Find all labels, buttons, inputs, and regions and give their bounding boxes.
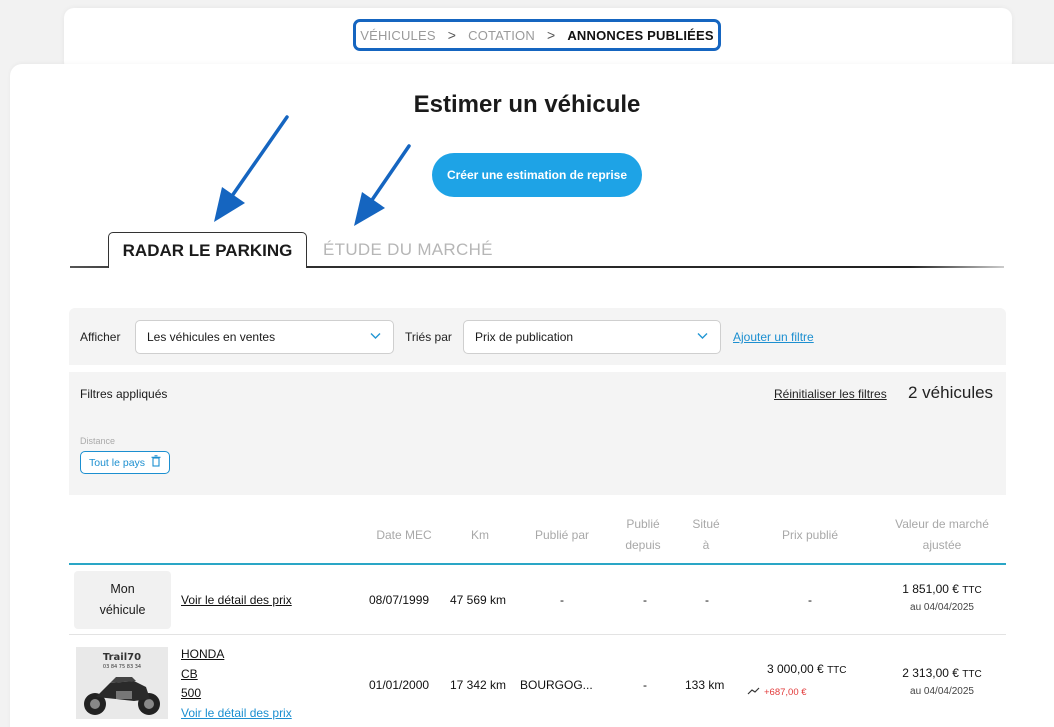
my-vehicle-label: Mon véhicule	[74, 571, 171, 629]
vehicle-version-link[interactable]: 500	[181, 684, 292, 704]
vehicle-located: 133 km	[685, 678, 725, 692]
my-vehicle-price-detail-link[interactable]: Voir le détail des prix	[181, 593, 292, 607]
col-header-located-line1: Situé	[692, 517, 720, 531]
trend-up-icon	[747, 687, 760, 698]
vehicle-market-value: 2 313,00 € TTC au 04/04/2025	[880, 666, 1004, 697]
applied-filters-title: Filtres appliqués	[80, 387, 168, 401]
vehicle-price-amount: 3 000,00 €	[767, 662, 824, 676]
vehicle-name[interactable]: HONDA CB 500 Voir le détail des prix	[181, 645, 292, 723]
sort-label: Triés par	[405, 330, 452, 344]
vehicle-photo[interactable]: Trail70 03 84 75 83 34	[76, 647, 168, 719]
trash-icon[interactable]	[151, 455, 161, 470]
tab-radar-parking[interactable]: RADAR LE PARKING	[108, 232, 307, 268]
vehicle-date: 01/01/2000	[369, 678, 430, 692]
breadcrumb-separator: >	[447, 27, 457, 43]
col-header-market-line2: ajustée	[922, 538, 962, 552]
my-vehicle-located: -	[705, 593, 709, 607]
chevron-down-icon	[370, 329, 381, 343]
distance-label: Distance	[80, 436, 116, 446]
my-vehicle-label-line1: Mon	[110, 582, 135, 596]
vehicle-price: 3 000,00 € TTC	[767, 662, 847, 676]
col-header-since-line1: Publié	[626, 517, 660, 531]
breadcrumb-vehicules[interactable]: VÉHICULES	[360, 28, 436, 43]
table-header-divider	[69, 563, 1006, 565]
vehicle-market-ttc: TTC	[962, 669, 982, 680]
sort-select-value: Prix de publication	[475, 330, 574, 344]
reset-filters-link[interactable]: Réinitialiser les filtres	[774, 387, 887, 401]
vehicle-since: -	[643, 678, 647, 692]
vehicle-market-date: au 04/04/2025	[910, 686, 974, 697]
col-header-market[interactable]: Valeur de marché ajustée	[880, 514, 1004, 556]
col-header-date[interactable]: Date MEC	[368, 525, 440, 546]
col-header-market-line1: Valeur de marché	[895, 517, 989, 531]
vehicle-publisher: BOURGOG...	[520, 678, 593, 692]
chevron-down-icon	[697, 329, 708, 343]
my-vehicle-label-line2: véhicule	[99, 603, 146, 617]
vehicle-price-ttc: TTC	[827, 665, 847, 676]
vehicle-price-detail-link[interactable]: Voir le détail des prix	[181, 704, 292, 724]
col-header-located-line2: à	[702, 538, 710, 552]
show-select[interactable]: Les véhicules en ventes	[135, 320, 394, 354]
my-vehicle-market-ttc: TTC	[962, 585, 982, 596]
vehicle-count: 2 véhicules	[908, 383, 994, 402]
my-vehicle-km: 47 569 km	[450, 593, 507, 607]
create-estimate-button[interactable]: Créer une estimation de reprise	[432, 153, 642, 197]
vehicle-brand-link[interactable]: HONDA	[181, 645, 292, 665]
tab-etude-marche[interactable]: ÉTUDE DU MARCHÉ	[323, 240, 493, 260]
col-header-since-line2: depuis	[625, 538, 661, 552]
breadcrumb: VÉHICULES > COTATION > ANNONCES PUBLIÉES	[353, 19, 721, 51]
col-header-publisher[interactable]: Publié par	[527, 525, 597, 546]
my-vehicle-market-amount: 1 851,00 €	[902, 582, 959, 596]
vehicle-photo-phone: 03 84 75 83 34	[103, 664, 141, 670]
my-vehicle-date: 08/07/1999	[369, 593, 430, 607]
col-header-price[interactable]: Prix publié	[760, 525, 860, 546]
my-vehicle-market-date: au 04/04/2025	[910, 602, 974, 613]
vehicle-market-amount: 2 313,00 €	[902, 666, 959, 680]
breadcrumb-separator: >	[546, 27, 556, 43]
col-header-km[interactable]: Km	[458, 525, 502, 546]
vehicle-price-diff: +687,00 €	[747, 687, 807, 698]
show-select-value: Les véhicules en ventes	[147, 330, 276, 344]
row-divider	[69, 634, 1006, 635]
sort-select[interactable]: Prix de publication	[463, 320, 721, 354]
breadcrumb-current: ANNONCES PUBLIÉES	[567, 27, 714, 43]
my-vehicle-since: -	[643, 593, 647, 607]
vehicle-model-link[interactable]: CB	[181, 665, 292, 685]
distance-filter-chip[interactable]: Tout le pays	[80, 451, 171, 474]
my-vehicle-price: -	[808, 593, 812, 607]
col-header-located[interactable]: Situé à	[683, 514, 729, 556]
add-filter-link[interactable]: Ajouter un filtre	[733, 330, 814, 344]
vehicle-photo-caption: Trail70	[103, 652, 141, 663]
show-label: Afficher	[80, 330, 121, 344]
vehicle-price-diff-amount: +687,00 €	[764, 687, 807, 698]
my-vehicle-market-value: 1 851,00 € TTC au 04/04/2025	[880, 582, 1004, 613]
col-header-since[interactable]: Publié depuis	[617, 514, 669, 556]
my-vehicle-publisher: -	[560, 593, 564, 607]
breadcrumb-cotation[interactable]: COTATION	[468, 28, 535, 43]
distance-chip-label: Tout le pays	[89, 456, 146, 469]
vehicle-km: 17 342 km	[450, 678, 507, 692]
page-title: Estimer un véhicule	[413, 91, 641, 118]
